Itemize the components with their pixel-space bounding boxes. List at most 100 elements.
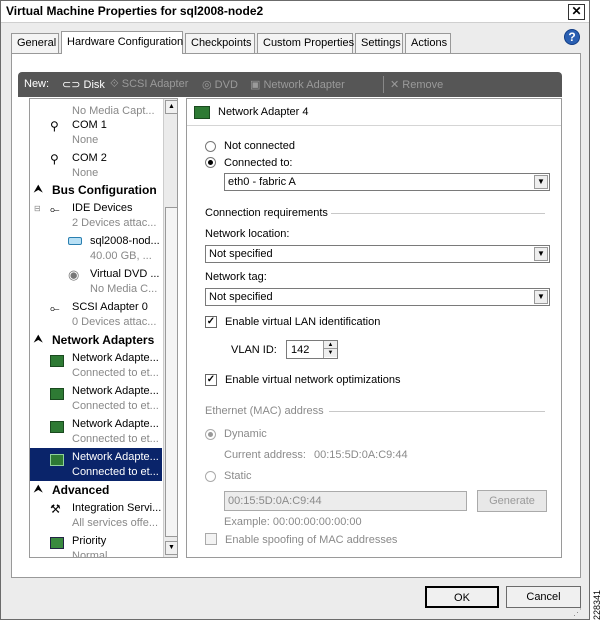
enable-optimizations-checkbox[interactable]: ✓: [205, 374, 217, 386]
tree-item-com1[interactable]: ⚲ COM 1 None: [30, 116, 162, 149]
toolbar-divider: [383, 76, 384, 93]
connected-network-select[interactable]: eth0 - fabric A ▼: [224, 173, 550, 191]
collapse-chevron-icon: ⮝: [34, 184, 43, 195]
mac-example-text: Example: 00:00:00:00:00:00: [224, 516, 362, 528]
scsi-controller-icon: ⟜: [50, 301, 60, 315]
detail-header: Network Adapter 4: [187, 99, 561, 126]
new-disk-button[interactable]: ⊂⊃ Disk: [62, 78, 105, 91]
divider: [331, 213, 545, 214]
title-bar: Virtual Machine Properties for sql2008-n…: [1, 1, 589, 23]
tree-item-virtual-dvd[interactable]: ◉ Virtual DVD ... No Media C...: [30, 265, 162, 298]
not-connected-radio[interactable]: [205, 141, 216, 152]
cancel-button[interactable]: Cancel: [506, 586, 581, 608]
vlan-id-stepper[interactable]: 142 ▲ ▼: [286, 340, 338, 359]
tree-item-network-adapter-3[interactable]: Network Adapte... Connected to et...: [30, 415, 162, 448]
dvd-icon: ◉: [68, 267, 80, 282]
network-adapter-icon: [50, 421, 64, 433]
tab-checkpoints[interactable]: Checkpoints: [185, 33, 255, 53]
collapse-chevron-icon: ⮝: [34, 334, 43, 345]
network-adapter-icon: [50, 355, 64, 367]
expander-icon: ⊟: [34, 204, 41, 213]
section-bus-configuration[interactable]: ⮝ Bus Configuration: [30, 182, 162, 199]
com-port-icon: ⚲: [50, 119, 59, 133]
tab-settings[interactable]: Settings: [355, 33, 403, 53]
tab-general[interactable]: General: [11, 33, 59, 53]
remove-icon: ✕: [390, 79, 400, 91]
new-scsi-adapter-button[interactable]: ⟐ SCSI Adapter: [110, 78, 188, 91]
section-network-adapters[interactable]: ⮝ Network Adapters: [30, 332, 162, 349]
static-mac-label: Static: [224, 470, 252, 482]
hard-disk-icon: [68, 237, 82, 245]
connected-to-label: Connected to:: [224, 157, 293, 169]
new-network-adapter-button[interactable]: ▣ Network Adapter: [250, 78, 345, 91]
detail-title: Network Adapter 4: [218, 106, 309, 118]
enable-vlan-checkbox[interactable]: ✓: [205, 316, 217, 328]
tree-scrollbar[interactable]: ▲ ▼: [163, 99, 177, 557]
remove-button[interactable]: ✕ Remove: [390, 78, 443, 91]
scroll-up-icon[interactable]: ▲: [165, 100, 177, 114]
chevron-down-icon[interactable]: ▼: [534, 247, 548, 261]
divider: [329, 411, 545, 412]
scroll-down-icon[interactable]: ▼: [165, 541, 177, 555]
network-location-select[interactable]: Not specified ▼: [205, 245, 550, 263]
mac-spoofing-checkbox[interactable]: [205, 533, 217, 545]
properties-window: Virtual Machine Properties for sql2008-n…: [0, 0, 590, 620]
static-mac-input[interactable]: 00:15:5D:0A:C9:44: [224, 491, 467, 511]
resize-grip-icon[interactable]: ⋰: [573, 605, 587, 619]
chevron-down-icon[interactable]: ▼: [534, 175, 548, 189]
adapter-detail-pane: Network Adapter 4 Not connected Connecte…: [186, 98, 562, 558]
current-address-value: 00:15:5D:0A:C9:44: [314, 449, 408, 461]
window-title: Virtual Machine Properties for sql2008-n…: [6, 4, 264, 18]
vlan-id-label: VLAN ID:: [231, 344, 277, 356]
connection-requirements-heading: Connection requirements: [205, 207, 328, 219]
chevron-down-icon[interactable]: ▼: [534, 290, 548, 304]
mac-address-heading: Ethernet (MAC) address: [205, 405, 324, 417]
network-tag-select[interactable]: Not specified ▼: [205, 288, 550, 306]
tree-item-com2[interactable]: ⚲ COM 2 None: [30, 149, 162, 182]
network-location-label: Network location:: [205, 228, 290, 240]
network-adapter-icon: [194, 106, 210, 119]
tab-actions[interactable]: Actions: [405, 33, 451, 53]
integration-services-icon: ⚒: [50, 502, 61, 516]
tab-custom-properties[interactable]: Custom Properties: [257, 33, 354, 53]
not-connected-label: Not connected: [224, 140, 295, 152]
help-icon[interactable]: ?: [564, 29, 580, 45]
network-adapter-icon: [50, 454, 64, 466]
tree-item-integration-services[interactable]: ⚒ Integration Servi... All services offe…: [30, 499, 162, 532]
tree-item-priority[interactable]: Priority Normal: [30, 532, 162, 557]
tree-item-network-adapter-2[interactable]: Network Adapte... Connected to et...: [30, 382, 162, 415]
scsi-icon: ⟐: [110, 78, 119, 90]
dynamic-mac-radio[interactable]: [205, 429, 216, 440]
generate-button[interactable]: Generate: [477, 490, 547, 512]
scroll-thumb[interactable]: [165, 207, 177, 537]
tree-item-scsi-adapter[interactable]: ⟜ SCSI Adapter 0 0 Devices attac...: [30, 298, 162, 331]
decrement-icon[interactable]: ▼: [324, 349, 337, 357]
network-tag-label: Network tag:: [205, 271, 267, 283]
tree-item-ide-devices[interactable]: ⊟ ⟜ IDE Devices 2 Devices attac...: [30, 199, 162, 232]
priority-icon: [50, 537, 64, 549]
tab-hardware-configuration[interactable]: Hardware Configuration: [61, 31, 183, 54]
network-adapter-icon: ▣: [250, 79, 261, 91]
current-address-label: Current address:: [224, 449, 306, 461]
enable-optimizations-label: Enable virtual network optimizations: [225, 374, 401, 386]
network-adapter-icon: [50, 388, 64, 400]
ok-button[interactable]: OK: [425, 586, 499, 608]
dynamic-mac-label: Dynamic: [224, 428, 267, 440]
static-mac-radio[interactable]: [205, 471, 216, 482]
increment-icon[interactable]: ▲: [324, 341, 337, 349]
mac-spoofing-label: Enable spoofing of MAC addresses: [225, 534, 398, 546]
enable-vlan-label: Enable virtual LAN identification: [225, 316, 381, 328]
tree-item-virtual-disk[interactable]: sql2008-nod... 40.00 GB, ...: [30, 232, 162, 265]
new-label: New:: [24, 78, 50, 90]
tree-item-network-adapter-4[interactable]: Network Adapte... Connected to et...: [30, 448, 162, 481]
tree-item-network-adapter-1[interactable]: Network Adapte... Connected to et...: [30, 349, 162, 382]
collapse-chevron-icon: ⮝: [34, 484, 43, 495]
hardware-tree: No Media Capt... ⚲ COM 1 None ⚲ COM 2 No…: [29, 98, 178, 558]
dvd-icon: ◎: [202, 79, 212, 91]
section-advanced[interactable]: ⮝ Advanced: [30, 482, 162, 499]
connected-to-radio[interactable]: [205, 157, 216, 168]
new-dvd-button[interactable]: ◎ DVD: [202, 78, 238, 91]
close-button[interactable]: ✕: [568, 4, 585, 20]
hardware-toolbar: New: ⊂⊃ Disk ⟐ SCSI Adapter ◎ DVD ▣ Netw…: [18, 72, 562, 97]
com-port-icon: ⚲: [50, 152, 59, 166]
